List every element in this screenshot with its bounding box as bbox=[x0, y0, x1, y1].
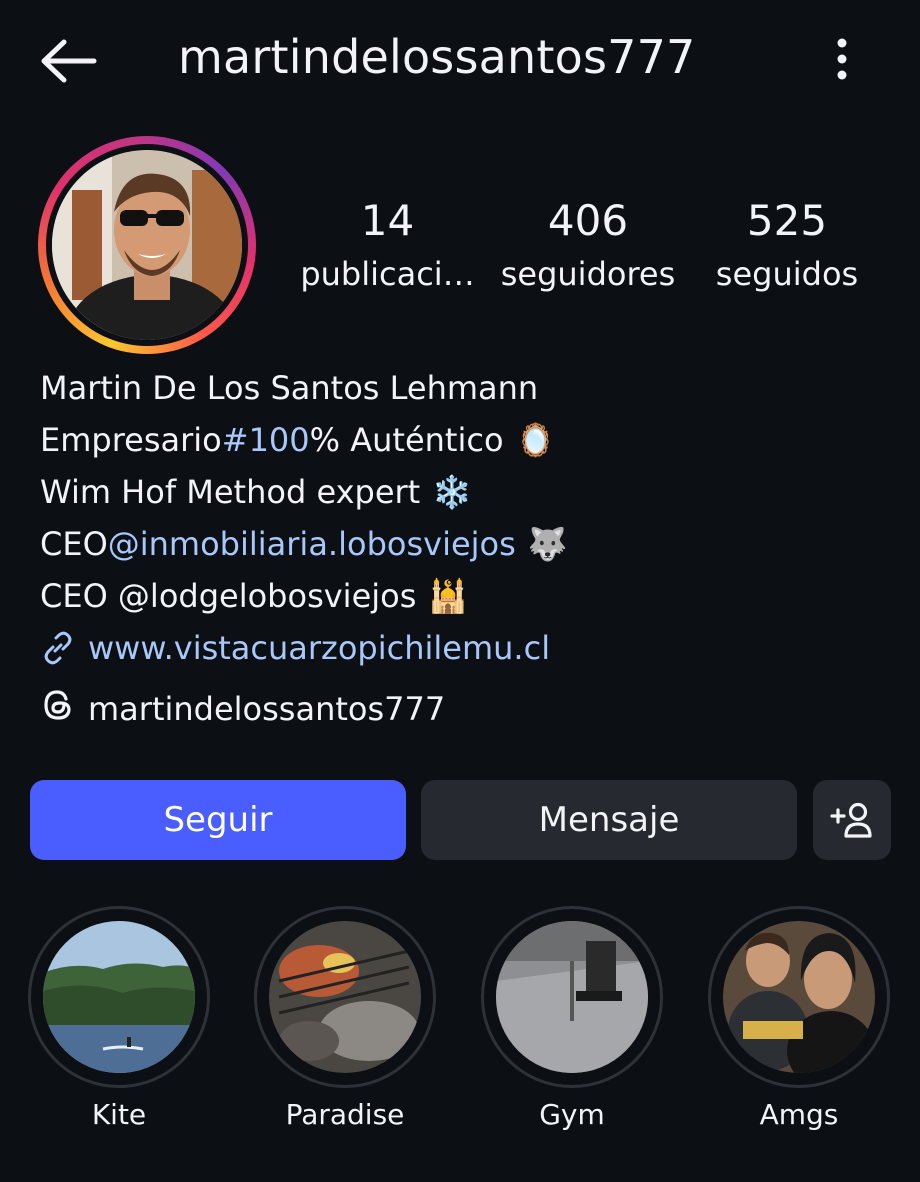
posts-label: publicaci… bbox=[300, 255, 475, 293]
message-button[interactable]: Mensaje bbox=[421, 780, 797, 860]
highlight-amgs-label: Amgs bbox=[759, 1098, 839, 1131]
threads-icon bbox=[40, 687, 76, 731]
following-label: seguidos bbox=[715, 255, 859, 293]
followers-count: 406 bbox=[547, 196, 629, 245]
profile-username: martindelossantos777 bbox=[178, 30, 696, 84]
mention-link-inmobiliaria[interactable]: @inmobiliaria.lobosviejos bbox=[108, 518, 516, 570]
website-url[interactable]: www.vistacuarzopichilemu.cl bbox=[88, 622, 550, 674]
highlight-kite-image bbox=[43, 921, 195, 1073]
highlight-amgs[interactable]: Amgs bbox=[708, 906, 890, 1131]
posts-count: 14 bbox=[360, 196, 415, 245]
highlight-gym-label: Gym bbox=[539, 1098, 605, 1131]
following-stat[interactable]: 525 seguidos bbox=[712, 196, 862, 302]
bio: Martin De Los Santos Lehmann Empresario … bbox=[40, 362, 568, 674]
profile-avatar[interactable] bbox=[52, 150, 242, 340]
posts-stat[interactable]: 14 publicaci… bbox=[300, 196, 475, 302]
bio-line-1: Empresario #100 % Auténtico 🪞 bbox=[40, 414, 568, 466]
suggest-users-button[interactable] bbox=[813, 780, 891, 860]
highlight-gym[interactable]: Gym bbox=[481, 906, 663, 1131]
hashtag-link[interactable]: #100 bbox=[222, 414, 310, 466]
story-ring[interactable] bbox=[38, 136, 256, 354]
wolf-emoji: 🐺 bbox=[527, 525, 568, 563]
highlight-amgs-image bbox=[723, 921, 875, 1073]
highlight-kite[interactable]: Kite bbox=[28, 906, 210, 1131]
mirror-emoji: 🪞 bbox=[515, 421, 556, 459]
add-person-icon bbox=[830, 800, 874, 840]
followers-stat[interactable]: 406 seguidores bbox=[500, 196, 676, 302]
following-count: 525 bbox=[746, 196, 828, 245]
followers-label: seguidores bbox=[500, 255, 676, 293]
threads-handle: martindelossantos777 bbox=[88, 690, 446, 728]
highlight-paradise[interactable]: Paradise bbox=[254, 906, 436, 1131]
highlight-paradise-label: Paradise bbox=[285, 1098, 405, 1131]
threads-badge[interactable]: martindelossantos777 bbox=[40, 684, 445, 734]
top-bar: martindelossantos777 bbox=[0, 0, 920, 120]
follow-button[interactable]: Seguir bbox=[30, 780, 406, 860]
back-arrow-icon[interactable] bbox=[38, 38, 98, 84]
website-link[interactable]: www.vistacuarzopichilemu.cl bbox=[40, 622, 568, 674]
mosque-emoji: 🕌 bbox=[428, 577, 469, 615]
bio-line-4: CEO @lodgelobosviejos 🕌 bbox=[40, 570, 568, 622]
bio-line-3: CEO @inmobiliaria.lobosviejos 🐺 bbox=[40, 518, 568, 570]
bio-line-2: Wim Hof Method expert ❄️ bbox=[40, 466, 568, 518]
more-options-icon[interactable] bbox=[822, 36, 862, 84]
link-icon bbox=[40, 630, 76, 666]
highlight-gym-image bbox=[496, 921, 648, 1073]
highlight-paradise-image bbox=[269, 921, 421, 1073]
highlight-kite-label: Kite bbox=[91, 1098, 147, 1131]
snowflake-emoji: ❄️ bbox=[432, 473, 473, 511]
display-name: Martin De Los Santos Lehmann bbox=[40, 369, 539, 407]
